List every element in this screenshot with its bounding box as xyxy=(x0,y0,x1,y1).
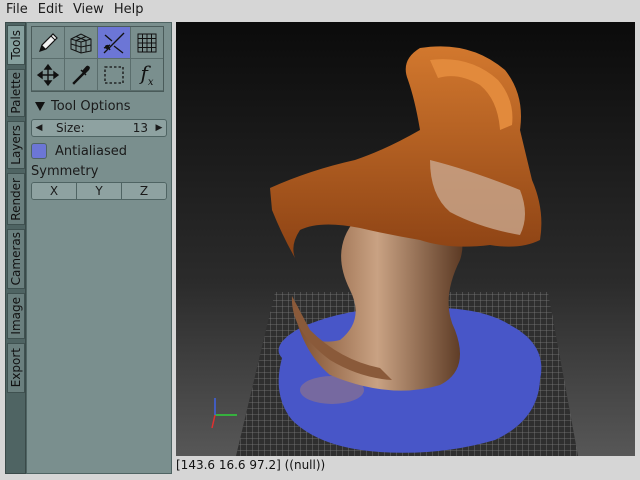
function-icon: fx xyxy=(140,61,154,88)
symmetry-y-button[interactable]: Y xyxy=(77,183,122,199)
select-rect-tool-button[interactable] xyxy=(98,59,130,90)
tab-layers[interactable]: Layers xyxy=(7,121,25,169)
tools-panel: fx Tool Options ◀ Size: 13 ▶ Antialiased… xyxy=(26,22,172,474)
menu-bar: File Edit View Help xyxy=(0,0,640,20)
menu-file[interactable]: File xyxy=(2,0,32,20)
cube-tool-button[interactable] xyxy=(65,27,97,58)
symmetry-z-button[interactable]: Z xyxy=(122,183,166,199)
menu-help[interactable]: Help xyxy=(110,0,148,20)
axis-gizmo xyxy=(211,398,237,429)
side-tab-strip: Tools Palette Layers Render Cameras Imag… xyxy=(5,22,26,474)
triangle-down-icon xyxy=(35,102,45,111)
tab-palette[interactable]: Palette xyxy=(7,69,25,117)
size-label: Size: xyxy=(56,121,85,135)
symmetry-label: Symmetry xyxy=(31,164,99,179)
grid-tool-button[interactable] xyxy=(131,27,163,58)
symmetry-buttons: X Y Z xyxy=(31,182,167,200)
tab-export[interactable]: Export xyxy=(7,343,25,393)
tool-options-label: Tool Options xyxy=(51,99,131,114)
move-tool-button[interactable] xyxy=(32,59,64,90)
symmetry-x-button[interactable]: X xyxy=(32,183,77,199)
move-icon xyxy=(36,63,60,86)
function-tool-button[interactable]: fx xyxy=(131,59,163,90)
select-rect-icon xyxy=(104,65,124,84)
arrow-right-icon[interactable]: ▶ xyxy=(152,123,166,133)
status-bar: [143.6 16.6 97.2] ((null)) xyxy=(176,458,326,472)
eyedropper-tool-button[interactable] xyxy=(65,59,97,90)
tool-grid: fx xyxy=(31,26,164,92)
line-tool-button[interactable] xyxy=(98,27,130,58)
menu-edit[interactable]: Edit xyxy=(34,0,67,20)
antialiased-toggle[interactable]: Antialiased xyxy=(31,143,127,159)
voxel-scene xyxy=(211,46,578,456)
tab-image[interactable]: Image xyxy=(7,293,25,339)
grid-icon xyxy=(137,33,157,52)
size-value: 13 xyxy=(132,121,148,135)
antialiased-label: Antialiased xyxy=(55,143,128,159)
tab-tools[interactable]: Tools xyxy=(7,25,25,65)
tab-cameras[interactable]: Cameras xyxy=(7,229,25,289)
cube-icon xyxy=(70,32,92,54)
tool-options-header[interactable]: Tool Options xyxy=(35,99,131,114)
line-icon xyxy=(103,32,125,54)
antialiased-checkbox[interactable] xyxy=(31,143,47,159)
eyedropper-icon xyxy=(72,65,90,85)
menu-view[interactable]: View xyxy=(69,0,108,20)
pencil-icon xyxy=(39,32,58,52)
tab-render[interactable]: Render xyxy=(7,173,25,225)
size-stepper[interactable]: ◀ Size: 13 ▶ xyxy=(31,119,167,137)
arrow-left-icon[interactable]: ◀ xyxy=(32,123,46,133)
3d-viewport[interactable] xyxy=(176,22,635,456)
pencil-tool-button[interactable] xyxy=(32,27,64,58)
